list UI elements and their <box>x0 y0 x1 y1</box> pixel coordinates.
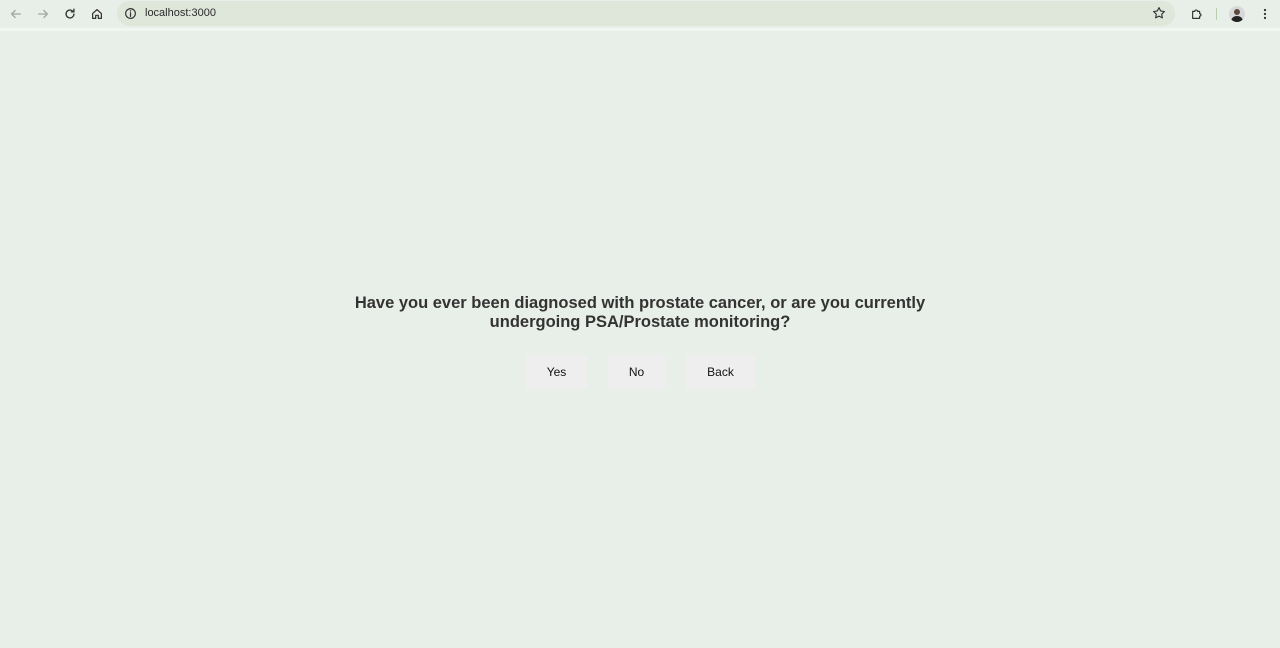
home-icon <box>92 9 102 19</box>
arrow-right-icon <box>37 9 49 19</box>
kebab-menu-icon <box>1263 8 1267 20</box>
browser-toolbar: localhost:3000 <box>0 0 1280 28</box>
back-page-button[interactable]: Back <box>686 355 755 389</box>
profile-icon <box>1231 9 1243 22</box>
forward-button[interactable] <box>32 3 54 25</box>
no-button[interactable]: No <box>608 355 665 389</box>
star-icon <box>1153 7 1165 19</box>
question-text: Have you ever been diagnosed with prosta… <box>354 294 926 331</box>
page-content: Have you ever been diagnosed with prosta… <box>0 31 1280 648</box>
reload-icon <box>65 8 75 19</box>
puzzle-icon <box>1192 9 1202 19</box>
yes-button[interactable]: Yes <box>526 355 587 389</box>
toolbar-divider <box>1216 8 1217 20</box>
site-info-button[interactable] <box>123 6 137 20</box>
home-button[interactable] <box>86 3 108 25</box>
reload-button[interactable] <box>59 3 81 25</box>
info-circle-icon <box>124 7 136 19</box>
arrow-left-icon <box>10 9 22 19</box>
extensions-button[interactable] <box>1187 4 1207 24</box>
bookmark-button[interactable] <box>1151 5 1167 21</box>
avatar[interactable] <box>1229 6 1245 22</box>
url-text[interactable]: localhost:3000 <box>145 7 216 19</box>
back-button[interactable] <box>5 3 27 25</box>
browser-menu-button[interactable] <box>1255 4 1275 24</box>
address-bar[interactable]: localhost:3000 <box>117 1 1175 26</box>
